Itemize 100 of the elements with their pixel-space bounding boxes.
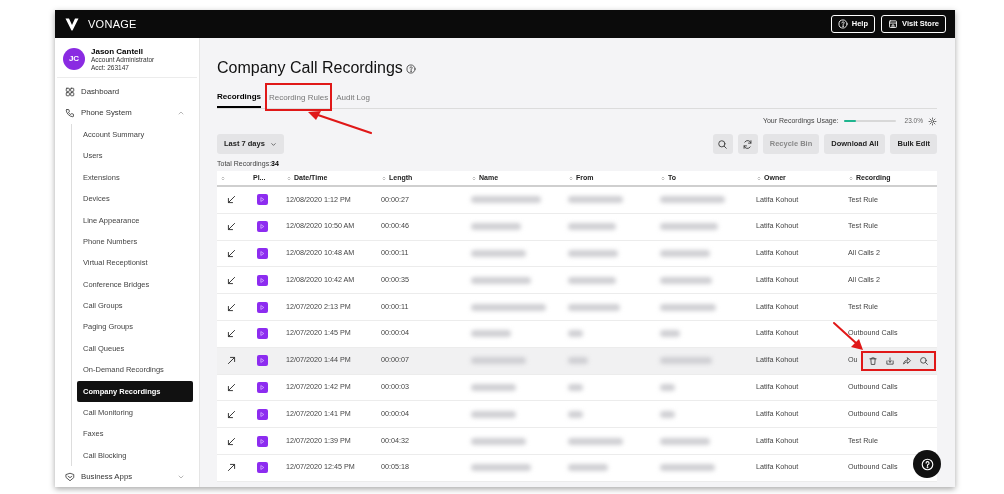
redacted-text — [660, 276, 712, 284]
redacted-text — [568, 223, 616, 231]
sort-icon — [381, 174, 387, 182]
outgoing-arrow-icon — [226, 355, 237, 367]
tab[interactable]: Recordings — [217, 88, 261, 108]
redacted-text — [660, 437, 710, 445]
store-icon — [888, 19, 899, 29]
redacted-text — [471, 250, 526, 257]
brand-name: VONAGE — [88, 16, 137, 32]
phone-icon — [65, 108, 75, 119]
play-icon — [259, 250, 266, 257]
download-button[interactable] — [884, 355, 895, 366]
incoming-arrow-icon — [226, 221, 237, 233]
redacted-text — [660, 196, 725, 204]
redacted-text — [568, 383, 583, 391]
play-icon — [259, 276, 266, 284]
logo-icon — [64, 16, 80, 32]
redacted-text — [471, 223, 521, 231]
play-icon — [259, 437, 266, 445]
incoming-arrow-icon — [226, 274, 237, 286]
share-button[interactable] — [901, 355, 912, 366]
delete-button[interactable] — [867, 355, 878, 366]
redacted-text — [568, 250, 618, 257]
redacted-text — [568, 330, 583, 338]
sort-icon — [220, 174, 226, 182]
redacted-text — [471, 464, 531, 472]
play-icon — [259, 303, 266, 311]
play-button[interactable] — [257, 274, 268, 286]
redacted-text — [660, 250, 710, 257]
redacted-text — [471, 410, 516, 418]
redacted-text — [660, 303, 716, 311]
redacted-text — [471, 196, 541, 204]
play-icon — [259, 383, 266, 391]
incoming-arrow-icon — [226, 248, 237, 259]
refresh-button[interactable] — [737, 134, 758, 154]
search-icon — [918, 355, 929, 366]
search-button[interactable] — [712, 134, 733, 154]
refresh-icon — [742, 138, 754, 150]
play-button[interactable] — [257, 435, 268, 447]
redacted-text — [568, 410, 583, 418]
sort-icon — [848, 174, 854, 182]
redacted-text — [568, 357, 588, 365]
play-button[interactable] — [257, 328, 268, 340]
help-icon — [405, 63, 416, 74]
help-button[interactable] — [913, 450, 941, 478]
sort-icon — [756, 174, 762, 182]
page-title: Company Call Recordings — [217, 57, 403, 78]
incoming-arrow-icon — [226, 435, 237, 447]
sort-icon — [660, 174, 666, 182]
user-name: Jason Cantell — [91, 47, 144, 57]
play-button[interactable] — [257, 301, 268, 313]
play-button[interactable] — [257, 221, 268, 233]
play-button[interactable] — [257, 408, 268, 420]
incoming-arrow-icon — [226, 194, 237, 206]
redacted-text — [471, 437, 526, 445]
play-icon — [259, 464, 266, 472]
incoming-arrow-icon — [226, 408, 237, 420]
redacted-text — [471, 357, 526, 365]
redacted-text — [471, 330, 511, 338]
play-button[interactable] — [257, 194, 268, 206]
avatar: JC — [63, 48, 85, 71]
play-icon — [259, 330, 266, 338]
help-icon — [837, 19, 848, 29]
sort-icon — [471, 174, 477, 182]
play-button[interactable] — [257, 381, 268, 393]
sort-icon — [286, 174, 292, 182]
redacted-text — [660, 383, 675, 391]
redacted-text — [471, 276, 531, 284]
redacted-text — [660, 223, 718, 231]
redacted-text — [568, 464, 608, 472]
search-icon — [717, 138, 729, 150]
redacted-text — [568, 276, 616, 284]
download-icon — [884, 355, 895, 366]
play-button[interactable] — [257, 462, 268, 474]
redacted-text — [660, 330, 680, 338]
tab[interactable]: Audit Log — [336, 88, 370, 108]
play-button[interactable] — [257, 355, 268, 367]
play-icon — [259, 410, 266, 418]
search-button[interactable] — [918, 355, 929, 366]
sort-icon — [568, 174, 574, 182]
chevron-down-icon — [269, 140, 277, 148]
redacted-text — [660, 357, 712, 365]
redacted-text — [660, 464, 715, 472]
help-icon — [920, 457, 934, 471]
play-icon — [259, 357, 266, 365]
redacted-text — [568, 437, 623, 445]
incoming-arrow-icon — [226, 381, 237, 393]
incoming-arrow-icon — [226, 301, 237, 313]
redacted-text — [568, 196, 623, 204]
redacted-text — [471, 383, 516, 391]
play-button[interactable] — [257, 248, 268, 259]
play-icon — [259, 196, 266, 204]
play-icon — [259, 223, 266, 231]
share-icon — [901, 355, 912, 366]
redacted-text — [660, 410, 675, 418]
incoming-arrow-icon — [226, 328, 237, 340]
grid-icon — [65, 86, 75, 97]
tab[interactable]: Recording Rules — [269, 88, 329, 108]
delete-icon — [867, 355, 878, 366]
outgoing-arrow-icon — [226, 462, 237, 474]
